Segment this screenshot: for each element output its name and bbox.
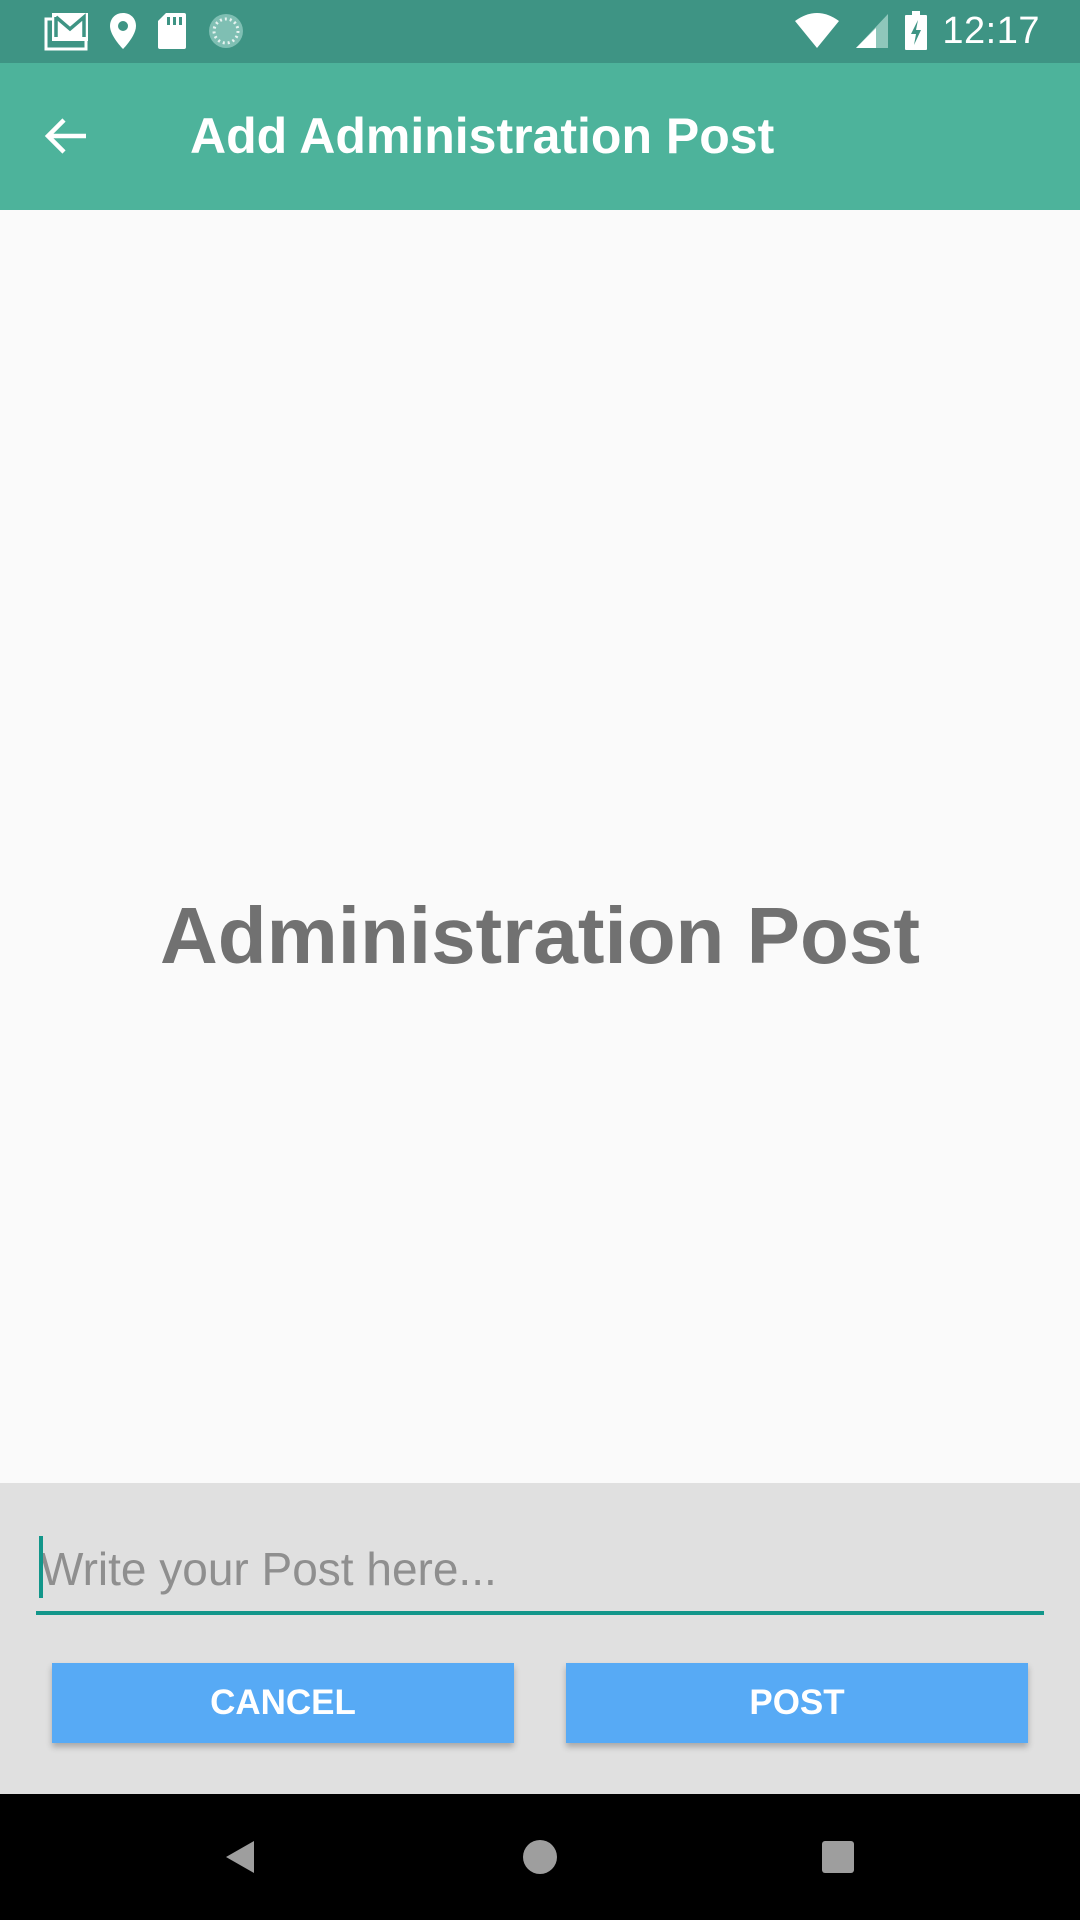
location-icon: [110, 13, 136, 49]
sync-icon: [209, 14, 243, 48]
sd-card-icon: [158, 13, 186, 49]
page-title: Add Administration Post: [190, 108, 775, 164]
status-bar: 12:17: [0, 0, 1080, 63]
text-cursor: [39, 1536, 43, 1598]
nav-back-button[interactable]: [210, 1827, 270, 1887]
nav-back-icon: [226, 1841, 254, 1873]
arrow-back-icon: [44, 118, 86, 154]
back-button[interactable]: [36, 106, 96, 166]
gmail-icon: [44, 13, 88, 51]
notification-icons: [44, 9, 246, 53]
signal-icon: [856, 14, 889, 48]
clock: 12:17: [942, 9, 1040, 52]
post-input[interactable]: [36, 1527, 1044, 1615]
main-content: Administration Post: [0, 210, 1080, 1483]
battery-charging-icon: [905, 11, 928, 50]
navigation-bar: [0, 1794, 1080, 1920]
app-bar: Add Administration Post: [0, 63, 1080, 210]
post-composer: CANCEL POST: [0, 1483, 1080, 1794]
nav-home-button[interactable]: [510, 1827, 570, 1887]
nav-recents-button[interactable]: [808, 1827, 868, 1887]
system-status-icons: 12:17: [794, 9, 1040, 53]
wifi-icon: [795, 13, 840, 48]
nav-home-icon: [523, 1840, 557, 1874]
post-button[interactable]: POST: [566, 1663, 1028, 1743]
section-heading: Administration Post: [159, 891, 921, 980]
nav-recents-icon: [822, 1841, 854, 1873]
cancel-button[interactable]: CANCEL: [52, 1663, 514, 1743]
